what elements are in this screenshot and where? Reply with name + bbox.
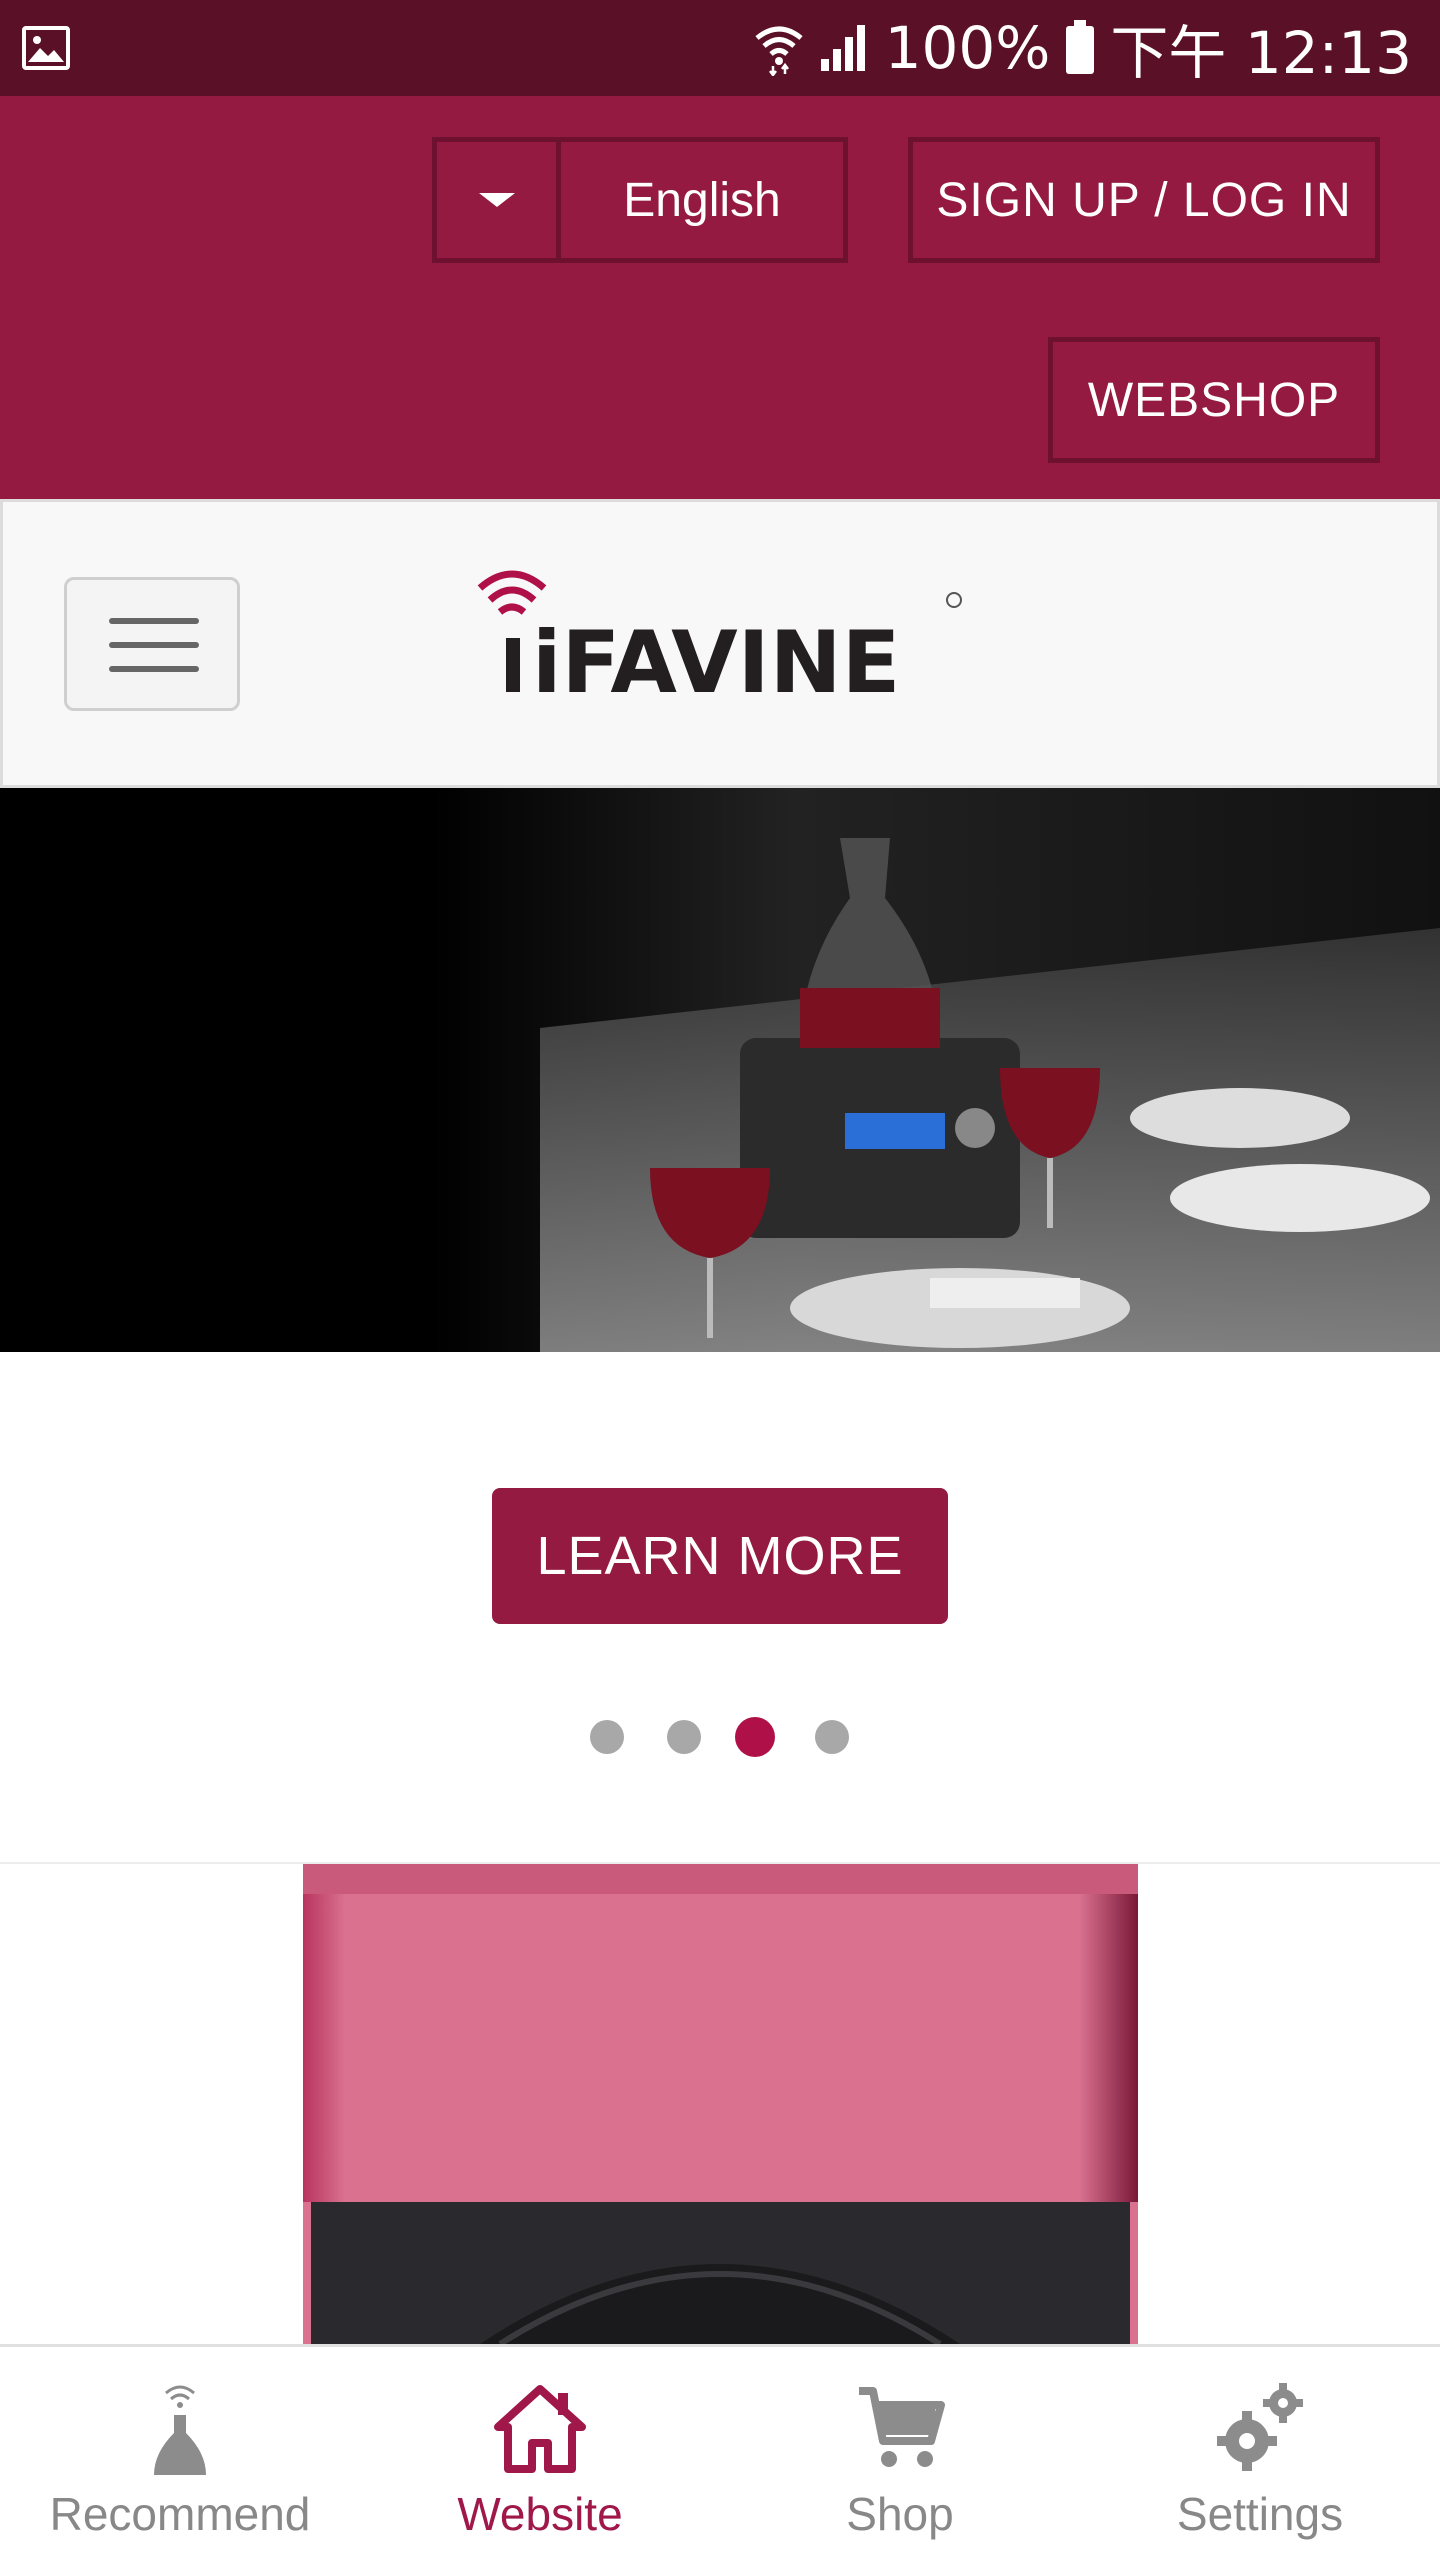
- nav-website-label: Website: [457, 2488, 623, 2540]
- nav-recommend[interactable]: Recommend: [0, 2347, 360, 2560]
- image-notification-icon: [22, 26, 70, 70]
- battery-icon: [1064, 20, 1096, 76]
- logo-text: iFAVINE: [532, 613, 900, 700]
- carousel-indicators: [0, 1717, 1440, 1760]
- product-image[interactable]: [0, 1864, 1440, 2344]
- status-bar: 100% 下午 12:13: [0, 0, 1440, 96]
- language-value[interactable]: English: [561, 142, 843, 258]
- nav-settings[interactable]: Settings: [1080, 2347, 1440, 2560]
- carousel-dot-4[interactable]: [815, 1720, 849, 1754]
- clock: 下午 12:13: [1110, 19, 1412, 87]
- gears-icon: [1215, 2383, 1305, 2478]
- signup-login-button[interactable]: SIGN UP / LOG IN: [908, 137, 1380, 263]
- hamburger-menu-button[interactable]: [64, 577, 240, 711]
- language-select[interactable]: English: [432, 137, 848, 263]
- learn-more-button[interactable]: LEARN MORE: [492, 1488, 948, 1624]
- nav-recommend-label: Recommend: [49, 2488, 311, 2540]
- cart-icon: [855, 2383, 945, 2478]
- carousel-dot-1[interactable]: [590, 1720, 624, 1754]
- carousel-dot-3[interactable]: [735, 1717, 775, 1757]
- nav-website[interactable]: Website: [360, 2347, 720, 2560]
- nav-shop[interactable]: Shop: [720, 2347, 1080, 2560]
- home-icon: [492, 2383, 588, 2480]
- ifavine-logo[interactable]: iFAVINE: [470, 560, 980, 713]
- signal-icon: [819, 23, 871, 73]
- wifi-icon: [753, 20, 805, 76]
- webshop-button[interactable]: WEBSHOP: [1048, 337, 1380, 463]
- battery-percent: 100%: [884, 14, 1051, 82]
- dropdown-caret-icon[interactable]: [437, 142, 561, 258]
- hero-carousel-image[interactable]: [0, 788, 1440, 1352]
- decanter-icon: [140, 2383, 220, 2484]
- carousel-dot-2[interactable]: [667, 1720, 701, 1754]
- nav-settings-label: Settings: [1176, 2488, 1344, 2540]
- nav-shop-label: Shop: [846, 2488, 954, 2540]
- bottom-navigation: Recommend Website Shop Settings: [0, 2344, 1440, 2560]
